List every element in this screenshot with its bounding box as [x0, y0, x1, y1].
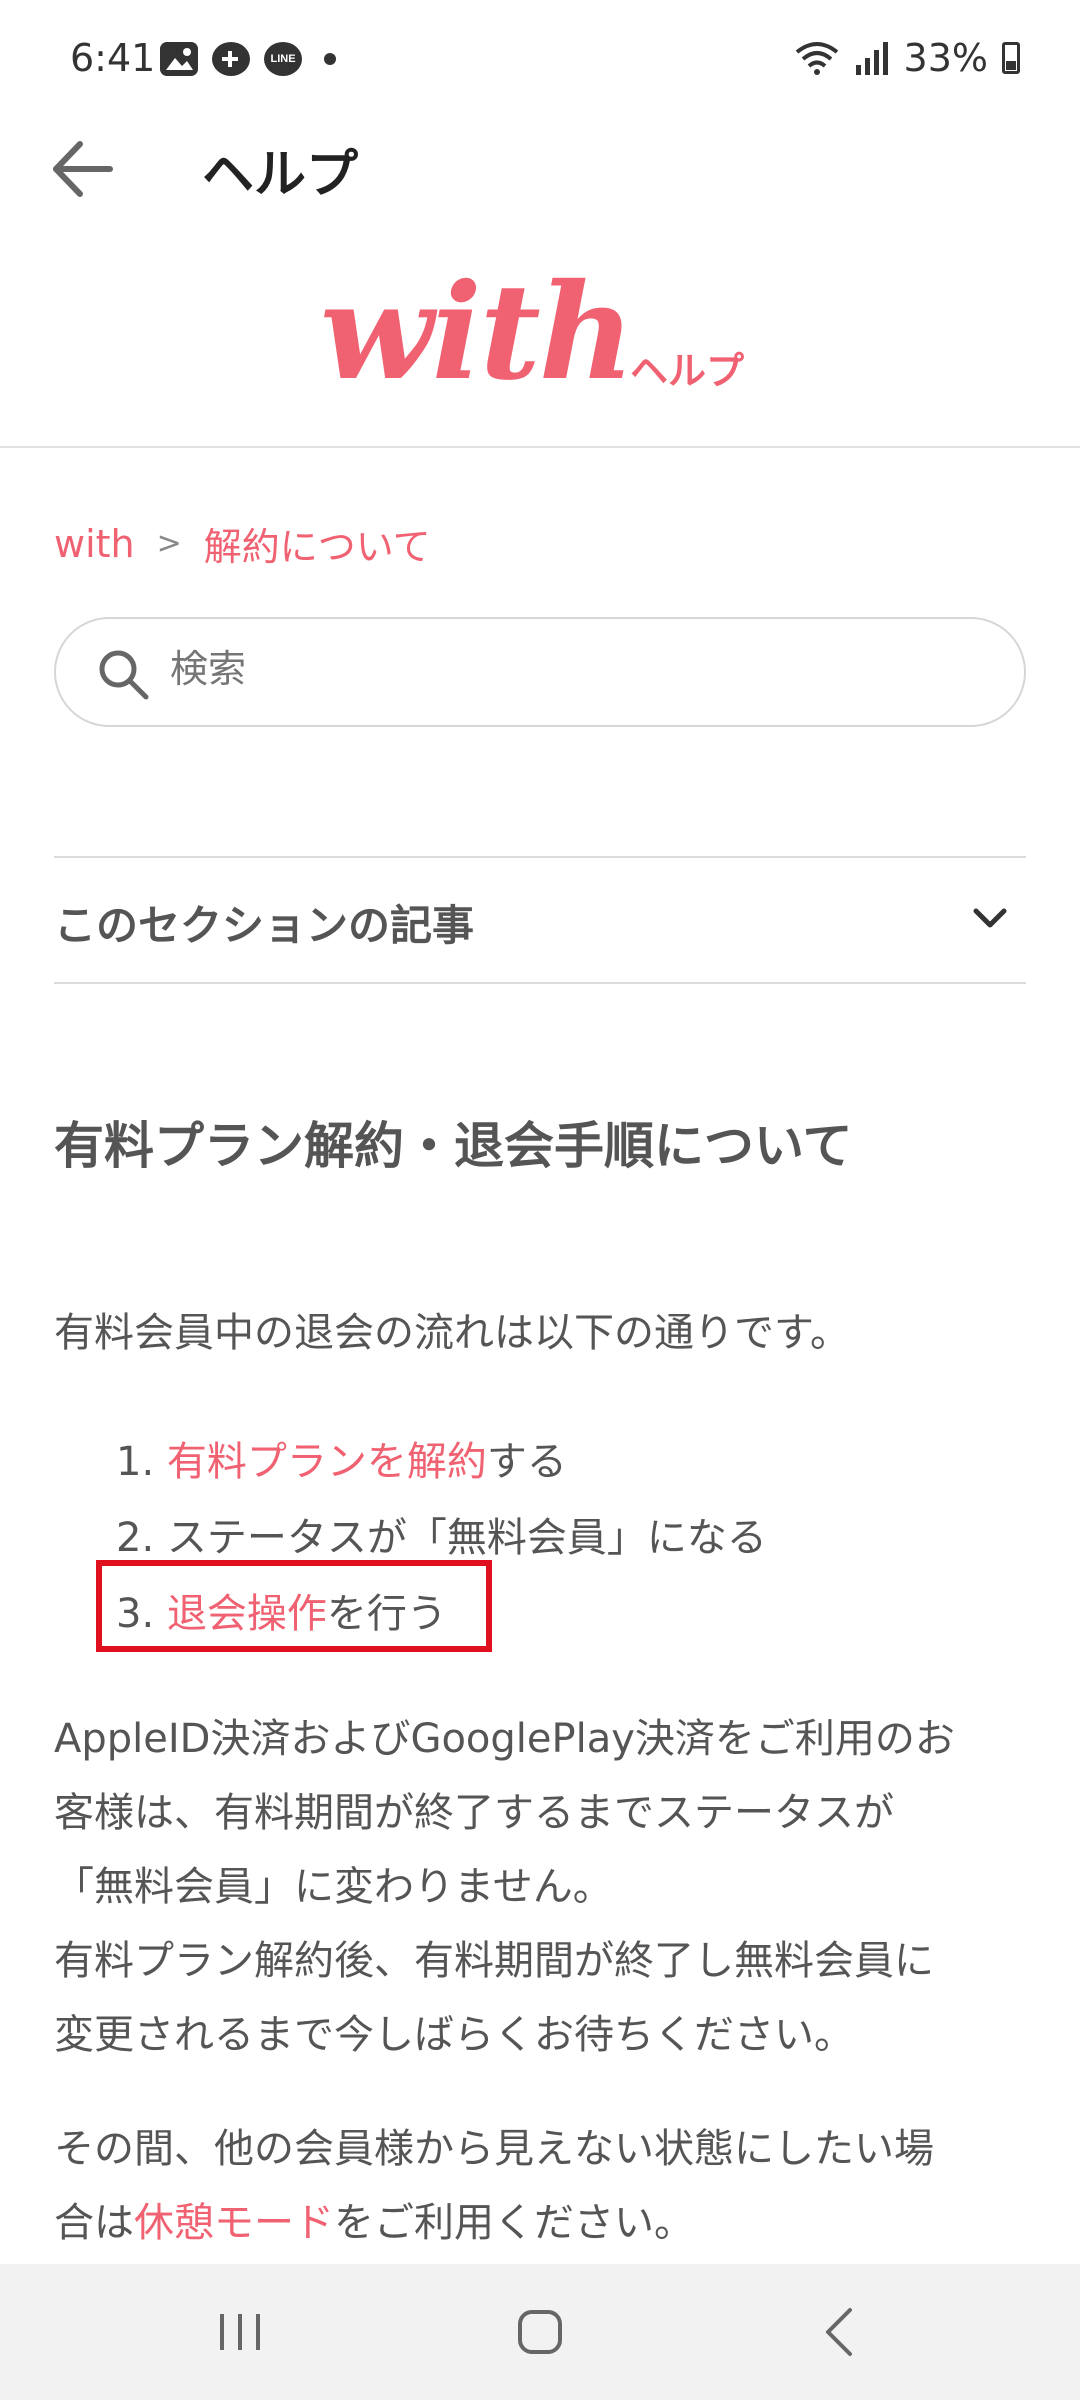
step-text: する — [486, 1439, 567, 1485]
article-paragraph: その間、他の会員様から見えない状態にしたい場 合は休憩モードをご利用ください。 — [54, 2112, 1034, 2260]
nav-back-button[interactable] — [812, 2304, 872, 2360]
article-intro: 有料会員中の退会の流れは以下の通りです。 — [54, 1310, 850, 1356]
section-divider-bottom — [54, 982, 1026, 984]
gallery-icon — [160, 42, 198, 76]
step-text: ステータスが「無料会員」になる — [166, 1515, 767, 1561]
article-paragraph: AppleID決済およびGooglePlay決済をご利用のお 客様は、有料期間が… — [54, 1702, 1034, 2072]
header-divider — [0, 446, 1080, 448]
article-title: 有料プラン解約・退会手順について — [54, 1117, 853, 1175]
app-bar: ヘルプ — [0, 120, 1080, 220]
logo-brand-text: with — [320, 255, 635, 410]
paragraph-line: AppleID決済およびGooglePlay決済をご利用のお — [54, 1716, 955, 1762]
line-app-icon: LINE — [264, 42, 302, 76]
signal-icon — [855, 42, 888, 75]
home-button[interactable] — [510, 2304, 570, 2360]
battery-percent: 33% — [903, 36, 988, 80]
breadcrumb-separator: > — [156, 526, 182, 561]
section-articles-title: このセクションの記事 — [54, 901, 475, 950]
status-bar: 6:41 LINE 33% — [0, 0, 1080, 120]
paragraph-text: をご利用ください。 — [334, 2200, 694, 2246]
battery-icon — [1002, 42, 1020, 74]
search-icon — [99, 650, 149, 700]
recents-button[interactable] — [210, 2304, 270, 2360]
paragraph-line: 客様は、有料期間が終了するまでステータスが — [54, 1790, 894, 1836]
breadcrumb-section-link[interactable]: 解約について — [204, 516, 431, 571]
with-help-logo[interactable]: with ヘルプ — [320, 255, 780, 410]
paragraph-text: 合は — [54, 2200, 134, 2246]
notification-icons: LINE — [160, 42, 336, 76]
wifi-icon — [795, 42, 838, 75]
breadcrumb: with > 解約について — [54, 516, 431, 571]
step-number: 2. — [116, 1515, 155, 1561]
logo-help-text: ヘルプ — [630, 349, 745, 393]
step-number: 1. — [116, 1439, 155, 1485]
status-time: 6:41 — [70, 36, 156, 80]
rest-mode-link[interactable]: 休憩モード — [134, 2200, 334, 2246]
search-box[interactable] — [54, 617, 1026, 727]
more-notifications-dot — [324, 53, 336, 65]
system-nav-bar — [0, 2264, 1080, 2400]
paragraph-line: 合は休憩モードをご利用ください。 — [54, 2186, 1034, 2260]
breadcrumb-home-link[interactable]: with — [54, 522, 135, 566]
paragraph-line: その間、他の会員様から見えない状態にしたい場 — [54, 2126, 934, 2172]
status-right: 33% — [794, 36, 1020, 80]
chat-add-icon — [212, 42, 250, 76]
page-title: ヘルプ — [202, 145, 359, 205]
paragraph-line: 「無料会員」に変わりません。 — [54, 1864, 613, 1910]
search-input[interactable] — [170, 647, 990, 691]
step-item: 1. 有料プランを解約する — [116, 1424, 767, 1500]
highlight-box — [96, 1560, 492, 1652]
arrow-left-icon — [53, 141, 113, 197]
cancel-plan-link[interactable]: 有料プランを解約 — [167, 1439, 487, 1485]
paragraph-line: 有料プラン解約後、有料期間が終了し無料会員に — [54, 1938, 934, 1984]
section-articles-toggle[interactable]: このセクションの記事 — [54, 858, 1026, 982]
back-button[interactable] — [48, 134, 118, 204]
paragraph-line: 変更されるまで今しばらくお待ちください。 — [54, 2012, 854, 2058]
chevron-down-icon — [973, 908, 1007, 928]
